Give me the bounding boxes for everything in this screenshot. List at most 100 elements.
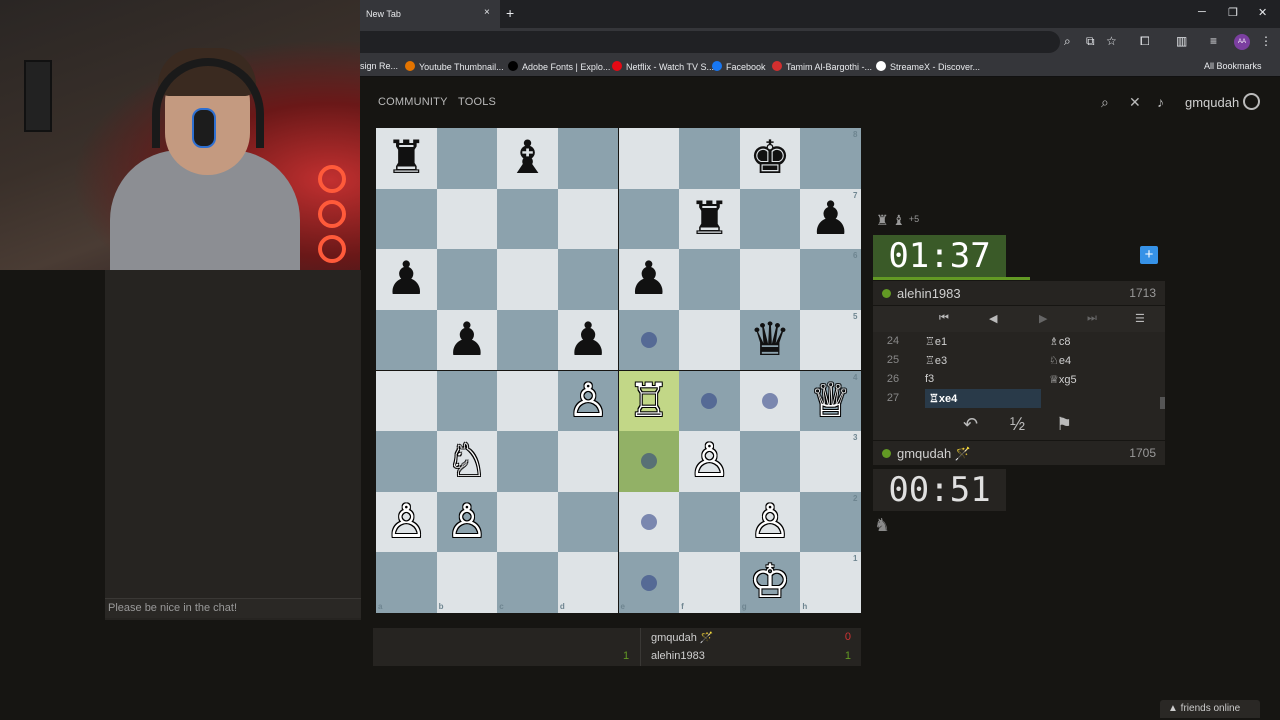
white-move[interactable]: ♖e1 [925, 335, 947, 348]
legal-move-dot[interactable] [640, 514, 657, 531]
board-square[interactable] [800, 552, 861, 613]
black-piece-icon[interactable]: ♟ [437, 310, 498, 371]
board-square[interactable] [557, 188, 619, 250]
white-move[interactable]: f3 [925, 373, 934, 385]
offer-draw-button[interactable]: ½ [1010, 414, 1025, 435]
bookmark-item[interactable]: Youtube Thumbnail... [405, 61, 504, 72]
bookmark-item[interactable]: sign Re... [360, 61, 398, 71]
board-square[interactable] [436, 552, 498, 613]
black-piece-icon[interactable]: ♟ [376, 249, 437, 310]
top-username[interactable]: gmqudah [1185, 95, 1239, 110]
white-piece-icon[interactable]: ♙ [376, 492, 437, 553]
nav-community[interactable]: COMMUNITY [378, 96, 448, 108]
user-icon[interactable] [1243, 93, 1260, 110]
board-square[interactable] [557, 249, 619, 310]
board-square[interactable] [800, 128, 861, 189]
extensions-icon[interactable]: ⧠ [1140, 34, 1150, 49]
board-square[interactable] [497, 491, 558, 553]
chat-input[interactable]: Please be nice in the chat! [105, 598, 361, 618]
first-move-icon[interactable]: ⏮ [939, 312, 949, 325]
board-square[interactable] [436, 370, 498, 432]
board-square[interactable] [679, 491, 740, 553]
bookmark-item[interactable]: Tamim Al-Bargothi -... [772, 61, 872, 72]
board-square[interactable] [679, 309, 740, 371]
nav-tools[interactable]: TOOLS [458, 96, 496, 108]
board-square[interactable] [497, 431, 558, 492]
board-square[interactable] [497, 249, 558, 310]
board-square[interactable] [800, 491, 861, 553]
board-square[interactable] [679, 552, 740, 613]
bookmark-item[interactable]: Adobe Fonts | Explo... [508, 61, 610, 72]
black-piece-icon[interactable]: ♜ [679, 189, 740, 250]
board-square[interactable] [618, 128, 680, 189]
minimize-button[interactable]: ─ [1198, 6, 1206, 18]
browser-tab[interactable]: New Tab × [360, 0, 500, 28]
board-square[interactable] [436, 249, 498, 310]
board-square[interactable] [497, 188, 558, 250]
menu-icon[interactable]: ☰ [1135, 312, 1145, 325]
tab-close-icon[interactable]: × [484, 7, 490, 18]
score-player-name[interactable]: gmqudah 🪄 [651, 631, 714, 644]
friends-online-button[interactable]: ▲ friends online [1160, 700, 1260, 718]
board-square[interactable] [557, 128, 619, 189]
black-piece-icon[interactable]: ♛ [740, 310, 801, 371]
white-piece-icon[interactable]: ♙ [679, 431, 740, 492]
black-move[interactable]: ♘e4 [1049, 354, 1071, 367]
bell-icon[interactable]: ♪ [1157, 94, 1164, 110]
bookmark-item[interactable]: Facebook [712, 61, 766, 72]
bookmark-item[interactable]: StreameX - Discover... [876, 61, 980, 72]
restore-button[interactable]: ❐ [1228, 6, 1238, 19]
board-square[interactable] [376, 370, 437, 432]
white-piece-icon[interactable]: ♙ [558, 371, 619, 432]
all-bookmarks-button[interactable]: All Bookmarks [1204, 61, 1262, 71]
board-square[interactable] [557, 552, 619, 613]
board-square[interactable] [436, 128, 498, 189]
close-window-button[interactable]: ✕ [1258, 6, 1267, 19]
side-panel-icon[interactable]: ▥ [1176, 34, 1187, 48]
black-move[interactable]: ♗c8 [1049, 335, 1070, 348]
board-square[interactable] [557, 431, 619, 492]
black-move[interactable]: ♕xg5 [1049, 373, 1077, 386]
white-piece-icon[interactable]: ♔ [740, 552, 801, 613]
board-square[interactable] [376, 552, 437, 613]
legal-move-dot[interactable] [640, 574, 657, 591]
my-name[interactable]: gmqudah 🪄 [897, 446, 971, 462]
legal-move-dot[interactable] [762, 392, 779, 409]
swords-icon[interactable]: ✕ [1129, 94, 1141, 111]
board-square[interactable] [739, 249, 801, 310]
black-piece-icon[interactable]: ♟ [558, 310, 619, 371]
board-square[interactable] [739, 188, 801, 250]
white-piece-icon[interactable]: ♙ [437, 492, 498, 553]
board-square[interactable] [376, 188, 437, 250]
new-tab-button[interactable]: + [506, 5, 514, 21]
current-move[interactable]: ♖xe4 [925, 389, 1041, 408]
black-piece-icon[interactable]: ♟ [800, 189, 861, 250]
board-square[interactable] [618, 188, 680, 250]
board-square[interactable] [497, 370, 558, 432]
board-square[interactable] [800, 431, 861, 492]
takeback-icon[interactable]: ↶ [963, 414, 978, 435]
zoom-icon[interactable]: ⌕ [1064, 34, 1071, 49]
media-icon[interactable]: ≡ [1210, 34, 1217, 48]
board-square[interactable] [557, 491, 619, 553]
add-time-button[interactable]: + [1140, 246, 1158, 264]
chess-board[interactable]: ♜ ♝ ♚ ♜ ♟ ♟ ♟ ♟ ♟ ♛ ♙ ♖ ♕ ♘ ♙ ♙ ♙ ♙ ♔ 8 7 6 5 4 3 2 1 a b c d e f g h [376, 128, 861, 613]
resign-flag-icon[interactable]: ⚑ [1056, 414, 1072, 435]
white-piece-icon[interactable]: ♙ [740, 492, 801, 553]
opponent-name[interactable]: alehin1983 [897, 286, 961, 301]
prev-move-icon[interactable]: ◀ [989, 312, 997, 325]
board-square[interactable] [739, 431, 801, 492]
install-icon[interactable]: ⧉ [1086, 34, 1095, 49]
board-square[interactable] [679, 128, 740, 189]
next-move-icon[interactable]: ▶ [1039, 312, 1047, 325]
board-square[interactable] [376, 309, 437, 371]
bookmark-item[interactable]: Netflix - Watch TV S... [612, 61, 714, 72]
board-square[interactable] [436, 188, 498, 250]
board-square[interactable] [497, 309, 558, 371]
board-square[interactable] [800, 249, 861, 310]
search-icon[interactable]: ⌕ [1101, 94, 1109, 111]
address-bar[interactable] [360, 31, 1060, 53]
board-square[interactable] [497, 552, 558, 613]
board-square[interactable] [376, 431, 437, 492]
last-move-icon[interactable]: ⏭ [1087, 312, 1097, 325]
